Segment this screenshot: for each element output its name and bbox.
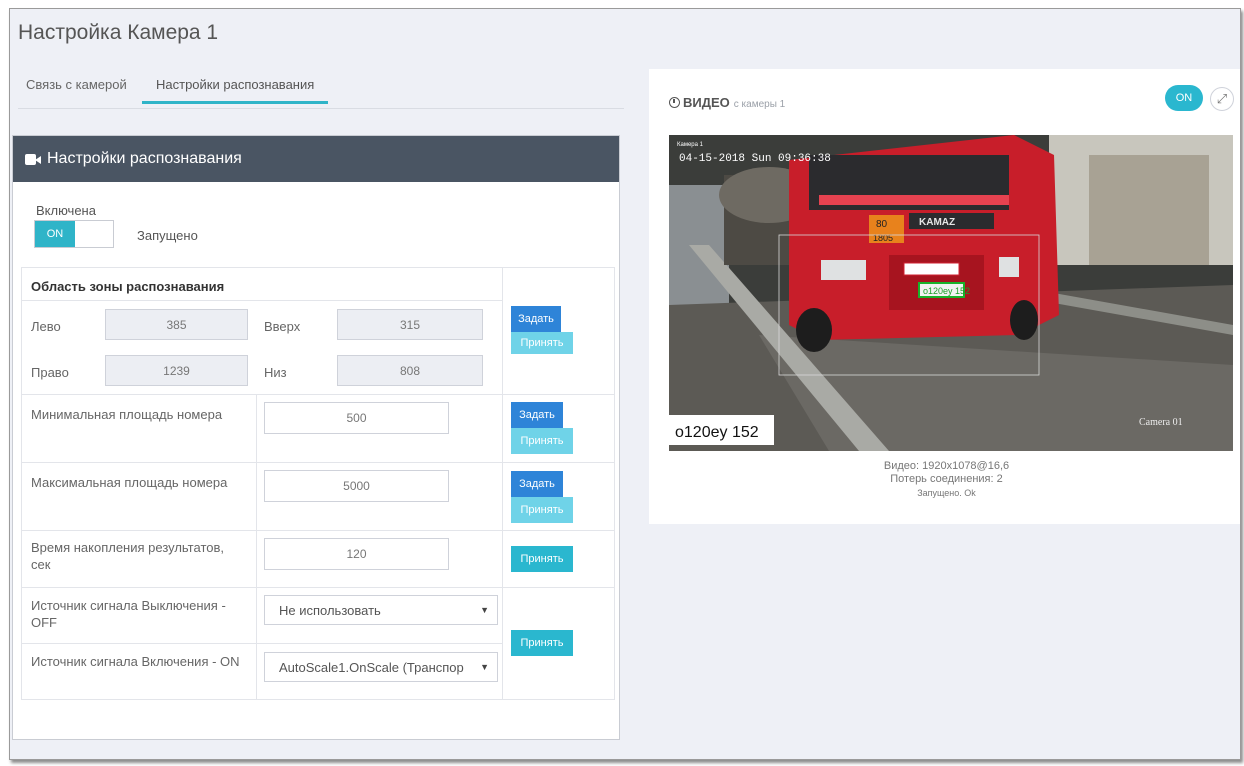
video-frame: 80 1805 KAMAZ o120ey 152 Камера 1 04-15-… xyxy=(669,135,1233,451)
video-resolution: Видео: 1920x1078@16,6 xyxy=(883,460,1010,472)
min-area-input[interactable]: 500 xyxy=(264,402,449,434)
bottom-value-field: 808 xyxy=(337,355,483,386)
settings-table: Область зоны распознавания Лево 385 Ввер… xyxy=(21,267,615,700)
right-label: Право xyxy=(31,365,69,380)
page-title: Настройка Камера 1 xyxy=(18,21,219,44)
video-card: ВИДЕО с камеры 1 ON ⤢ 80 1805 KAMAZ o120… xyxy=(649,69,1240,524)
recognized-plate-text: o120ey 152 xyxy=(675,424,759,441)
zone-apply-button[interactable]: Принять xyxy=(511,332,573,354)
connection-losses: Потерь соединения: 2 xyxy=(890,473,1003,485)
recognition-settings-panel: Настройки распознавания Включена ON Запу… xyxy=(12,135,620,740)
on-source-value: AutoScale1.OnScale (Транспор xyxy=(279,659,464,675)
overlay-camera-label: Camera 01 xyxy=(1139,417,1183,428)
left-label: Лево xyxy=(31,319,61,334)
accum-time-label: Время накопления результатов, сек xyxy=(31,540,224,572)
video-on-toggle[interactable]: ON xyxy=(1165,85,1203,111)
table-line xyxy=(21,267,615,268)
video-camera-icon xyxy=(25,153,41,165)
video-title: ВИДЕО с камеры 1 xyxy=(669,95,785,110)
toggle-on-state: ON xyxy=(35,221,75,247)
zone-set-button[interactable]: Задать xyxy=(511,306,561,332)
left-value-field: 385 xyxy=(105,309,248,340)
video-title-text: ВИДЕО xyxy=(683,95,730,110)
on-source-label: Источник сигнала Включения - ON xyxy=(31,654,240,669)
status-text: Запущено xyxy=(137,228,198,243)
chevron-down-icon: ▼ xyxy=(477,662,489,672)
off-source-select[interactable]: Не использовать ▼ xyxy=(264,595,498,625)
table-line xyxy=(256,394,257,700)
plate-detect-text: o120ey 152 xyxy=(923,286,970,296)
overlay-camera-name: Камера 1 xyxy=(677,142,704,148)
panel-title: Настройки распознавания xyxy=(47,150,242,167)
accum-time-apply-button[interactable]: Принять xyxy=(511,546,573,572)
max-area-label: Максимальная площадь номера xyxy=(31,475,228,490)
tab-bar: Связь с камерой Настройки распознавания xyxy=(18,69,624,109)
clock-icon xyxy=(669,97,680,108)
tab-camera-connection[interactable]: Связь с камерой xyxy=(26,77,127,101)
table-line xyxy=(21,699,615,700)
zone-title: Область зоны распознавания xyxy=(31,279,225,294)
right-value-field: 1239 xyxy=(105,355,248,386)
signal-apply-button[interactable]: Принять xyxy=(511,630,573,656)
app-frame: Настройка Камера 1 Связь с камерой Настр… xyxy=(9,8,1241,760)
accum-time-input[interactable]: 120 xyxy=(264,538,449,570)
overlay-timestamp: 04-15-2018 Sun 09:36:38 xyxy=(679,153,831,165)
video-status: Запущено. Ok xyxy=(917,488,976,498)
table-line xyxy=(21,643,503,644)
min-area-apply-button[interactable]: Принять xyxy=(511,428,573,454)
panel-header: Настройки распознавания xyxy=(13,136,619,182)
table-line xyxy=(21,300,503,301)
off-source-value: Не использовать xyxy=(279,602,381,618)
table-line xyxy=(21,587,615,588)
video-feed: 80 1805 KAMAZ o120ey 152 Камера 1 04-15-… xyxy=(669,135,1233,451)
expand-icon[interactable]: ⤢ xyxy=(1210,87,1234,111)
table-line xyxy=(21,530,615,531)
top-value-field: 315 xyxy=(337,309,483,340)
on-source-select[interactable]: AutoScale1.OnScale (Транспор ▼ xyxy=(264,652,498,682)
max-area-apply-button[interactable]: Принять xyxy=(511,497,573,523)
top-label: Вверх xyxy=(264,319,301,334)
table-line xyxy=(21,394,615,395)
table-line xyxy=(21,267,22,700)
table-line xyxy=(21,462,615,463)
hazard-top-text: 80 xyxy=(876,219,888,230)
truck-brand-text: KAMAZ xyxy=(919,217,955,228)
enabled-toggle[interactable]: ON xyxy=(34,220,114,248)
max-area-set-button[interactable]: Задать xyxy=(511,471,563,497)
chevron-down-icon: ▼ xyxy=(480,605,489,615)
min-area-set-button[interactable]: Задать xyxy=(511,402,563,428)
video-subtitle: с камеры 1 xyxy=(733,99,786,110)
bottom-label: Низ xyxy=(264,365,287,380)
max-area-input[interactable]: 5000 xyxy=(264,470,449,502)
table-line xyxy=(614,267,615,700)
enabled-label: Включена xyxy=(36,203,96,218)
tab-recognition-settings[interactable]: Настройки распознавания xyxy=(142,77,329,104)
table-line xyxy=(502,267,503,700)
min-area-label: Минимальная площадь номера xyxy=(31,407,223,422)
off-source-label: Источник сигнала Выключения - OFF xyxy=(31,598,226,630)
hazard-bottom-text: 1805 xyxy=(873,233,893,243)
